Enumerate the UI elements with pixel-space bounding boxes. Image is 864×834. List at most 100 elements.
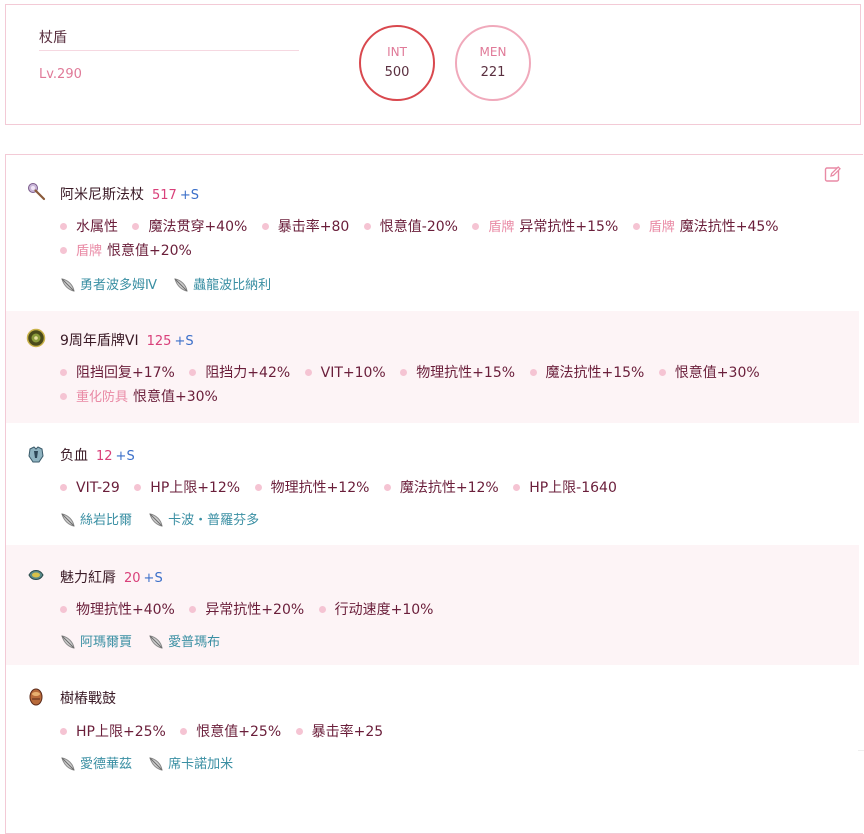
bullet-dot xyxy=(60,483,67,491)
stat-prefix: 盾牌 xyxy=(488,220,515,235)
equipment-name: 魅力紅脣 xyxy=(60,570,116,586)
bullet-dot xyxy=(254,483,262,491)
bullet-dot xyxy=(60,605,67,613)
stat-item: 恨意值-20% xyxy=(363,216,458,236)
staff-icon xyxy=(28,183,46,201)
shield-icon xyxy=(26,328,46,348)
stat-item: 阻挡回复+17% xyxy=(60,362,175,382)
refine-suffix: +S xyxy=(143,571,163,586)
armor-icon xyxy=(28,446,44,463)
equipment-card: 阿米尼斯法杖 517 +S 水属性 魔法贯穿+40% 暴击率+80 恨意值-20% … xyxy=(5,154,863,834)
bullet-dot xyxy=(363,222,371,230)
equipment-name: 9周年盾牌VI xyxy=(60,333,139,349)
card-feather-icon xyxy=(61,634,75,649)
stats-row: VIT-29 HP上限+12% 物理抗性+12% 魔法抗性+12% HP上限-1… xyxy=(60,477,627,497)
stat-value: 221 xyxy=(480,64,506,80)
stat-prefix: 盾牌 xyxy=(648,220,675,235)
stats-row: 重化防具 恨意值+30% xyxy=(60,386,228,406)
stat-item: 物理抗性+15% xyxy=(400,362,515,382)
refine-suffix: +S xyxy=(115,449,135,464)
card-item[interactable]: 愛普瑪布 xyxy=(148,631,220,651)
stat-item: 盾牌 异常抗性+15% xyxy=(472,216,618,236)
card-name: 勇者波多姆Ⅳ xyxy=(80,278,157,293)
stat-item: 魔法抗性+12% xyxy=(383,477,499,497)
cards-row: 勇者波多姆Ⅳ 蟲龍波比納利 xyxy=(60,274,283,294)
card-name: 絲岩比爾 xyxy=(80,513,133,528)
bullet-dot xyxy=(189,605,197,613)
build-name: 杖盾 xyxy=(39,30,67,46)
equipment-row-accessory: 魅力紅脣 20 +S 物理抗性+40% 异常抗性+20% 行动速度+10% 阿瑪爾賈… xyxy=(6,545,859,665)
card-feather-icon xyxy=(149,634,163,649)
equipment-name: 樹樁戰鼓 xyxy=(60,691,116,707)
equipment-row-armor: 负血 12 +S VIT-29 HP上限+12% 物理抗性+12% 魔法抗性+12%… xyxy=(6,423,859,543)
stat-item: 恨意值+25% xyxy=(180,721,281,741)
stat-circle-int: INT 500 xyxy=(359,25,435,101)
bullet-dot xyxy=(529,368,537,376)
stat-label: INT xyxy=(387,44,407,59)
stat-item: 盾牌 魔法抗性+45% xyxy=(632,216,779,236)
stat-prefix: 重化防具 xyxy=(76,390,129,405)
card-item[interactable]: 席卡諾加米 xyxy=(148,753,233,773)
bullet-dot xyxy=(632,222,640,230)
card-name: 愛德華茲 xyxy=(80,757,133,772)
card-name: 蟲龍波比納利 xyxy=(193,278,272,293)
card-item[interactable]: 卡波・普羅芬多 xyxy=(148,509,259,529)
card-name: 愛普瑪布 xyxy=(168,635,221,650)
bullet-dot xyxy=(60,246,67,254)
stats-row: 物理抗性+40% 异常抗性+20% 行动速度+10% xyxy=(60,599,443,619)
bullet-dot xyxy=(304,368,312,376)
stat-item: 恨意值+30% xyxy=(658,362,760,382)
card-feather-icon xyxy=(149,512,163,527)
stat-item: HP上限-1640 xyxy=(513,477,617,497)
card-item[interactable]: 勇者波多姆Ⅳ xyxy=(60,274,157,294)
bullet-dot xyxy=(295,727,303,735)
card-feather-icon xyxy=(149,756,163,771)
card-item[interactable]: 阿瑪爾賈 xyxy=(60,631,132,651)
equipment-header: 9周年盾牌VI 125 +S xyxy=(60,330,194,350)
stat-item: 异常抗性+20% xyxy=(189,599,304,619)
card-item[interactable]: 愛德華茲 xyxy=(60,753,132,773)
stat-item: 阻挡力+42% xyxy=(189,362,290,382)
refine-suffix: +S xyxy=(179,188,199,203)
equipment-header: 负血 12 +S xyxy=(60,445,135,465)
stat-label: MEN xyxy=(479,44,507,59)
level-label: Lv.290 xyxy=(39,67,82,82)
bullet-dot xyxy=(180,727,188,735)
cards-row: 愛德華茲 席卡諾加米 xyxy=(60,753,245,773)
equipment-row-special: 樹樁戰鼓 HP上限+25% 恨意值+25% 暴击率+25 愛德華茲 席卡諾加米 xyxy=(6,667,859,787)
stat-circle-men: MEN 221 xyxy=(455,25,531,101)
stat-item: VIT+10% xyxy=(304,365,386,381)
stat-item: HP上限+12% xyxy=(134,477,240,497)
bullet-dot xyxy=(318,605,326,613)
stat-item: 物理抗性+12% xyxy=(254,477,369,497)
stat-item: HP上限+25% xyxy=(60,721,166,741)
stats-row: 水属性 魔法贯穿+40% 暴击率+80 恨意值-20% 盾牌 异常抗性+15% 盾… xyxy=(60,216,789,236)
equipment-row-shield: 9周年盾牌VI 125 +S 阻挡回复+17% 阻挡力+42% VIT+10% 物理… xyxy=(6,311,859,423)
bullet-dot xyxy=(189,368,197,376)
equipment-name: 阿米尼斯法杖 xyxy=(60,187,144,203)
equipment-name: 负血 xyxy=(60,448,88,464)
stat-item: 暴击率+80 xyxy=(261,216,349,236)
bullet-dot xyxy=(60,727,67,735)
bullet-dot xyxy=(513,483,521,491)
equipment-header: 阿米尼斯法杖 517 +S xyxy=(60,184,199,204)
equipment-header: 樹樁戰鼓 xyxy=(60,688,116,708)
refine-value: 20 xyxy=(124,571,141,586)
bullet-dot xyxy=(261,222,269,230)
stats-row: HP上限+25% 恨意值+25% 暴击率+25 xyxy=(60,721,393,741)
stat-item: 水属性 xyxy=(60,216,118,236)
card-feather-icon xyxy=(61,277,75,292)
stat-item: 魔法贯穿+40% xyxy=(132,216,247,236)
refine-suffix: +S xyxy=(174,334,194,349)
card-item[interactable]: 絲岩比爾 xyxy=(60,509,132,529)
special-icon xyxy=(29,688,43,706)
stat-item: 盾牌 恨意值+20% xyxy=(60,240,192,260)
bullet-dot xyxy=(60,392,67,400)
cards-row: 阿瑪爾賈 愛普瑪布 xyxy=(60,631,232,651)
build-summary-card: 杖盾 Lv.290 INT 500 MEN 221 xyxy=(5,4,861,125)
stat-value: 500 xyxy=(384,64,410,80)
cards-row: 絲岩比爾 卡波・普羅芬多 xyxy=(60,509,271,529)
bullet-dot xyxy=(400,368,408,376)
bullet-dot xyxy=(132,222,140,230)
card-item[interactable]: 蟲龍波比納利 xyxy=(173,274,271,294)
